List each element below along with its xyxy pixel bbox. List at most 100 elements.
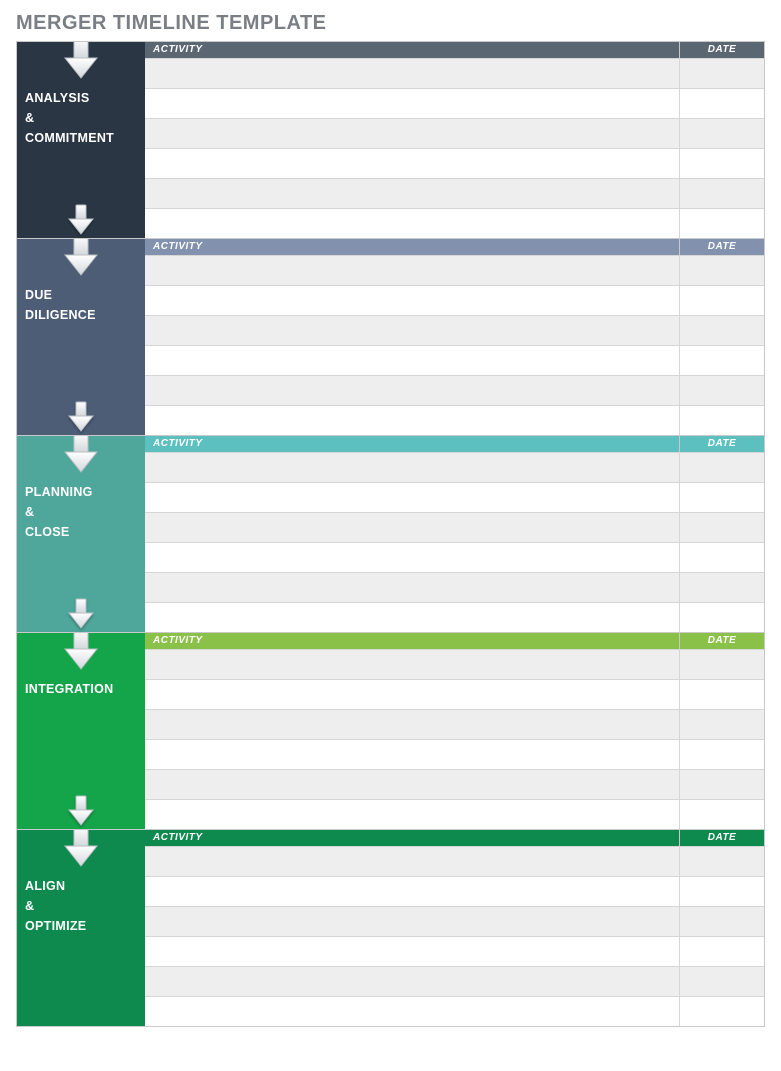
activity-cell[interactable] xyxy=(145,316,680,345)
date-cell[interactable] xyxy=(680,89,764,118)
phase-label-line: PLANNING xyxy=(25,482,137,502)
activity-cell[interactable] xyxy=(145,543,680,572)
arrow-down-icon xyxy=(53,239,109,279)
date-cell[interactable] xyxy=(680,179,764,208)
activity-cell[interactable] xyxy=(145,119,680,148)
date-cell[interactable] xyxy=(680,573,764,602)
phase-label-line: ALIGN xyxy=(25,876,137,896)
rows: ACTIVITYDATE xyxy=(145,633,764,829)
phase-label-line: OPTIMIZE xyxy=(25,916,137,936)
activity-cell[interactable] xyxy=(145,907,680,936)
date-cell[interactable] xyxy=(680,119,764,148)
arrow-down-small-icon xyxy=(53,395,109,435)
activity-cell[interactable] xyxy=(145,149,680,178)
activity-cell[interactable] xyxy=(145,286,680,315)
activity-cell[interactable] xyxy=(145,209,680,238)
date-cell[interactable] xyxy=(680,770,764,799)
activity-cell[interactable] xyxy=(145,346,680,375)
date-cell[interactable] xyxy=(680,997,764,1026)
activity-cell[interactable] xyxy=(145,740,680,769)
col-header-date: DATE xyxy=(680,239,764,255)
header-row: ACTIVITYDATE xyxy=(145,830,764,846)
date-cell[interactable] xyxy=(680,209,764,238)
col-header-date: DATE xyxy=(680,42,764,58)
table-row xyxy=(145,148,764,178)
activity-cell[interactable] xyxy=(145,710,680,739)
date-cell[interactable] xyxy=(680,680,764,709)
col-header-date: DATE xyxy=(680,436,764,452)
table-row xyxy=(145,512,764,542)
page-title: MERGER TIMELINE TEMPLATE xyxy=(16,12,765,35)
date-cell[interactable] xyxy=(680,967,764,996)
arrow-down-icon xyxy=(53,42,109,82)
date-cell[interactable] xyxy=(680,483,764,512)
table-row xyxy=(145,649,764,679)
date-cell[interactable] xyxy=(680,149,764,178)
activity-cell[interactable] xyxy=(145,89,680,118)
table-row xyxy=(145,178,764,208)
activity-cell[interactable] xyxy=(145,406,680,435)
date-cell[interactable] xyxy=(680,650,764,679)
date-cell[interactable] xyxy=(680,513,764,542)
phase-label-line: INTEGRATION xyxy=(25,679,137,699)
activity-cell[interactable] xyxy=(145,256,680,285)
date-cell[interactable] xyxy=(680,286,764,315)
table-row xyxy=(145,88,764,118)
activity-cell[interactable] xyxy=(145,483,680,512)
phase-label-line: CLOSE xyxy=(25,522,137,542)
date-cell[interactable] xyxy=(680,59,764,88)
col-header-activity: ACTIVITY xyxy=(145,436,680,452)
arrow-down-icon xyxy=(53,436,109,476)
date-cell[interactable] xyxy=(680,256,764,285)
rows: ACTIVITYDATE xyxy=(145,42,764,238)
table-row xyxy=(145,602,764,632)
activity-cell[interactable] xyxy=(145,770,680,799)
activity-cell[interactable] xyxy=(145,603,680,632)
table-row xyxy=(145,906,764,936)
date-cell[interactable] xyxy=(680,937,764,966)
arrow-down-small-icon xyxy=(53,592,109,632)
activity-cell[interactable] xyxy=(145,179,680,208)
table-row xyxy=(145,996,764,1026)
date-cell[interactable] xyxy=(680,710,764,739)
activity-cell[interactable] xyxy=(145,847,680,876)
table-row xyxy=(145,482,764,512)
col-header-date: DATE xyxy=(680,633,764,649)
table-row xyxy=(145,118,764,148)
date-cell[interactable] xyxy=(680,907,764,936)
date-cell[interactable] xyxy=(680,603,764,632)
activity-cell[interactable] xyxy=(145,453,680,482)
section-integration: INTEGRATION ACTIVITYDATE xyxy=(17,633,764,830)
header-row: ACTIVITYDATE xyxy=(145,239,764,255)
activity-cell[interactable] xyxy=(145,937,680,966)
date-cell[interactable] xyxy=(680,877,764,906)
activity-cell[interactable] xyxy=(145,573,680,602)
date-cell[interactable] xyxy=(680,346,764,375)
activity-cell[interactable] xyxy=(145,376,680,405)
table-row xyxy=(145,966,764,996)
date-cell[interactable] xyxy=(680,847,764,876)
date-cell[interactable] xyxy=(680,740,764,769)
header-row: ACTIVITYDATE xyxy=(145,436,764,452)
activity-cell[interactable] xyxy=(145,800,680,829)
activity-cell[interactable] xyxy=(145,650,680,679)
activity-cell[interactable] xyxy=(145,680,680,709)
table-row xyxy=(145,799,764,829)
header-row: ACTIVITYDATE xyxy=(145,42,764,58)
activity-cell[interactable] xyxy=(145,59,680,88)
activity-cell[interactable] xyxy=(145,967,680,996)
date-cell[interactable] xyxy=(680,316,764,345)
date-cell[interactable] xyxy=(680,376,764,405)
date-cell[interactable] xyxy=(680,406,764,435)
date-cell[interactable] xyxy=(680,800,764,829)
activity-cell[interactable] xyxy=(145,877,680,906)
col-header-activity: ACTIVITY xyxy=(145,830,680,846)
section-planning: PLANNING&CLOSE ACTIVITYDATE xyxy=(17,436,764,633)
table-row xyxy=(145,846,764,876)
table-row xyxy=(145,345,764,375)
date-cell[interactable] xyxy=(680,453,764,482)
date-cell[interactable] xyxy=(680,543,764,572)
activity-cell[interactable] xyxy=(145,513,680,542)
arrow-down-icon xyxy=(53,633,109,673)
activity-cell[interactable] xyxy=(145,997,680,1026)
